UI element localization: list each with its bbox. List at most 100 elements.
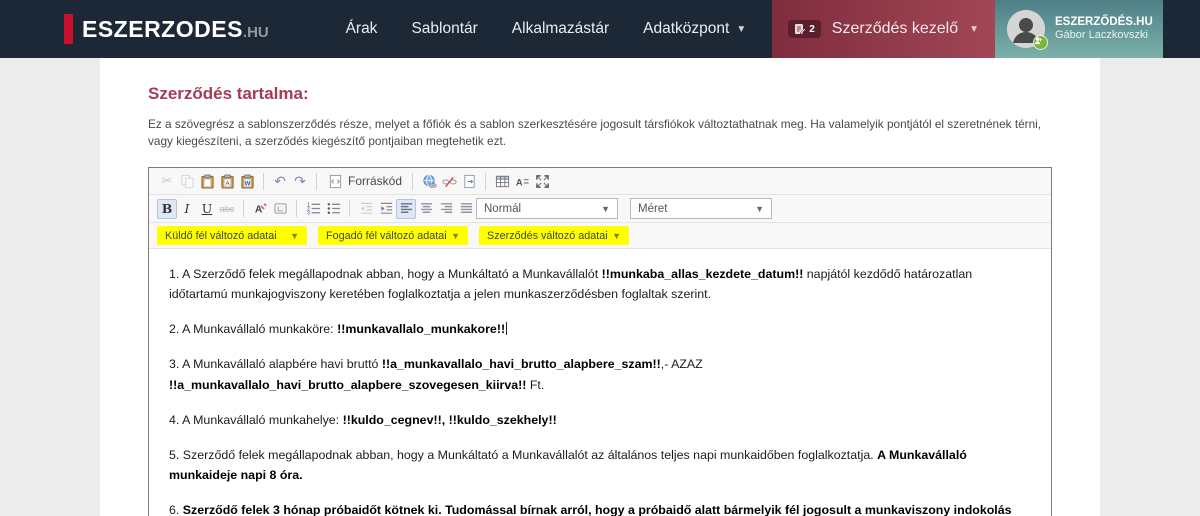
- avatar: [1007, 10, 1045, 48]
- align-center-icon[interactable]: [416, 199, 436, 219]
- source-button-label: Forráskód: [348, 174, 402, 188]
- contract-text: 1. A Szerződő felek megállapodnak abban,…: [169, 267, 602, 281]
- fields-icon[interactable]: A: [512, 171, 532, 191]
- undo-icon[interactable]: ↶: [270, 171, 290, 191]
- main-nav: Árak Sablontár Alkalmazástár Adatközpont▼: [346, 0, 747, 58]
- toolbar-separator: [243, 200, 244, 217]
- text-color-icon[interactable]: A: [250, 199, 270, 219]
- contract-text: Ft.: [526, 378, 544, 392]
- toolbar-separator: [296, 200, 297, 217]
- logo-text: ESZERZODES: [82, 16, 243, 42]
- text-cursor: [506, 322, 507, 335]
- contract-manager-label: Szerződés kezelő: [832, 20, 958, 38]
- underline-icon[interactable]: U: [197, 199, 217, 219]
- strike-icon: abc: [217, 199, 237, 219]
- source-icon: [327, 171, 344, 191]
- contract-badge: 2: [788, 20, 821, 38]
- logo-red-bar-icon: [64, 14, 73, 44]
- header-filler: [1163, 0, 1200, 58]
- contract-text: 3. A Munkavállaló alapbére havi bruttó: [169, 357, 382, 371]
- justify-icon[interactable]: [456, 199, 476, 219]
- paste-word-icon[interactable]: W: [237, 171, 257, 191]
- cut-icon: ✂: [157, 171, 177, 191]
- copy-icon: [177, 171, 197, 191]
- outdent-icon: [356, 199, 376, 219]
- align-left-icon[interactable]: [396, 199, 416, 219]
- toolbar-row-2: BIUabc A 123 Normál▼ Méret ▼: [149, 195, 1051, 223]
- paste-text-icon[interactable]: A: [217, 171, 237, 191]
- align-right-icon[interactable]: [436, 199, 456, 219]
- numbered-list-icon[interactable]: 123: [303, 199, 323, 219]
- italic-icon[interactable]: I: [177, 199, 197, 219]
- variable-dropdown-3[interactable]: Szerződés változó adatai ▼: [479, 226, 629, 245]
- svg-text:W: W: [244, 180, 250, 187]
- bold-icon[interactable]: B: [157, 199, 177, 219]
- size-select-value: Méret: [638, 203, 667, 215]
- link-icon[interactable]: [419, 171, 439, 191]
- user-status-icon: [1033, 35, 1048, 50]
- nav-item-2[interactable]: Sablontár: [411, 20, 477, 38]
- chevron-down-icon: ▼: [612, 231, 621, 241]
- contract-variable: !!munkaba_allas_kezdete_datum!!: [602, 267, 804, 281]
- contract-text: ,- AZAZ: [661, 357, 703, 371]
- variable-dropdown-2[interactable]: Fogadó fél változó adatai▼: [318, 226, 468, 245]
- nav-item-3[interactable]: Alkalmazástár: [512, 20, 609, 38]
- paste-icon[interactable]: [197, 171, 217, 191]
- nav-item-1[interactable]: Árak: [346, 20, 378, 38]
- placeholder-icon[interactable]: [270, 199, 290, 219]
- contract-paragraph-1: 1. A Szerződő felek megállapodnak abban,…: [169, 264, 1026, 304]
- format-select-value: Normál: [484, 203, 521, 215]
- toolbar-row-1: ✂AW↶↷ForráskódA: [149, 168, 1051, 195]
- variable-dropdown-label: Küldő fél változó adatai: [165, 230, 277, 242]
- chevron-down-icon: ▼: [755, 204, 764, 214]
- contract-text: 2. A Munkavállaló munkaköre:: [169, 322, 337, 336]
- user-menu[interactable]: ESZERZŐDÉS.HU Gábor Laczkovszki ▼: [995, 0, 1163, 58]
- bullet-list-icon[interactable]: [323, 199, 343, 219]
- page-export-icon[interactable]: [459, 171, 479, 191]
- contract-paragraph-4: 4. A Munkavállaló munkahelye: !!kuldo_ce…: [169, 410, 1026, 430]
- variable-dropdown-1[interactable]: Küldő fél változó adatai ▼: [157, 226, 307, 245]
- table-icon[interactable]: [492, 171, 512, 191]
- user-org: ESZERZŐDÉS.HU: [1055, 16, 1153, 29]
- editor-content[interactable]: 1. A Szerződő felek megállapodnak abban,…: [149, 249, 1051, 516]
- indent-icon[interactable]: [376, 199, 396, 219]
- chevron-down-icon: ▼: [969, 24, 979, 35]
- contract-variable: !!kuldo_cegnev!!, !!kuldo_szekhely!!: [343, 413, 557, 427]
- redo-icon[interactable]: ↷: [290, 171, 310, 191]
- user-name: Gábor Laczkovszki: [1055, 29, 1153, 42]
- contract-text: 4. A Munkavállaló munkahelye:: [169, 413, 343, 427]
- contract-badge-count: 2: [809, 24, 815, 35]
- chevron-down-icon: ▼: [736, 24, 746, 35]
- page-title: Szerződés tartalma:: [148, 84, 1052, 104]
- toolbar-separator: [263, 173, 264, 190]
- site-logo[interactable]: ESZERZODES.HU: [64, 0, 269, 58]
- format-select[interactable]: Normál▼: [476, 198, 618, 219]
- svg-text:A: A: [515, 177, 522, 187]
- contract-paragraph-3: 3. A Munkavállaló alapbére havi bruttó !…: [169, 354, 1026, 394]
- page-description: Ez a szövegrész a sablonszerződés része,…: [148, 116, 1052, 150]
- content-card: Szerződés tartalma: Ez a szövegrész a sa…: [100, 58, 1100, 516]
- toolbar-row-variables: Küldő fél változó adatai ▼ Fogadó fél vált…: [149, 223, 1051, 249]
- size-select[interactable]: Méret ▼: [630, 198, 772, 219]
- variable-dropdown-label: Fogadó fél változó adatai: [326, 230, 447, 242]
- unlink-icon[interactable]: [439, 171, 459, 191]
- contract-paragraph-2: 2. A Munkavállaló munkaköre: !!munkavall…: [169, 319, 1026, 339]
- rich-text-editor: ✂AW↶↷ForráskódA BIUabcA123Normál▼Méret▼ …: [148, 167, 1052, 516]
- top-header: ESZERZODES.HU Árak Sablontár Alkalmazástár…: [0, 0, 1200, 58]
- svg-text:3: 3: [307, 211, 310, 216]
- contract-doc-icon: [794, 23, 806, 35]
- nav-item-4[interactable]: Adatközpont▼: [643, 20, 746, 38]
- chevron-down-icon: ▼: [290, 231, 299, 241]
- contract-variable: !!a_munkavallalo_havi_brutto_alapbere_sz…: [169, 378, 526, 392]
- contract-paragraph-6: 6. Szerződő felek 3 hónap próbaidőt kötn…: [169, 500, 1026, 516]
- contract-variable: Szerződő felek 3 hónap próbaidőt kötnek …: [169, 503, 1012, 516]
- toolbar-separator: [349, 200, 350, 217]
- contract-paragraph-5: 5. Szerződő felek megállapodnak abban, h…: [169, 445, 1026, 485]
- contract-variable: !!munkavallalo_munkakore!!: [337, 322, 505, 336]
- source-button[interactable]: Forráskód: [323, 171, 406, 191]
- variable-dropdown-label: Szerződés változó adatai: [487, 230, 608, 242]
- toolbar-separator: [485, 173, 486, 190]
- contract-manager-button[interactable]: 2 Szerződés kezelő ▼: [772, 0, 995, 58]
- maximize-icon[interactable]: [532, 171, 552, 191]
- contract-variable: !!a_munkavallalo_havi_brutto_alapbere_sz…: [382, 357, 661, 371]
